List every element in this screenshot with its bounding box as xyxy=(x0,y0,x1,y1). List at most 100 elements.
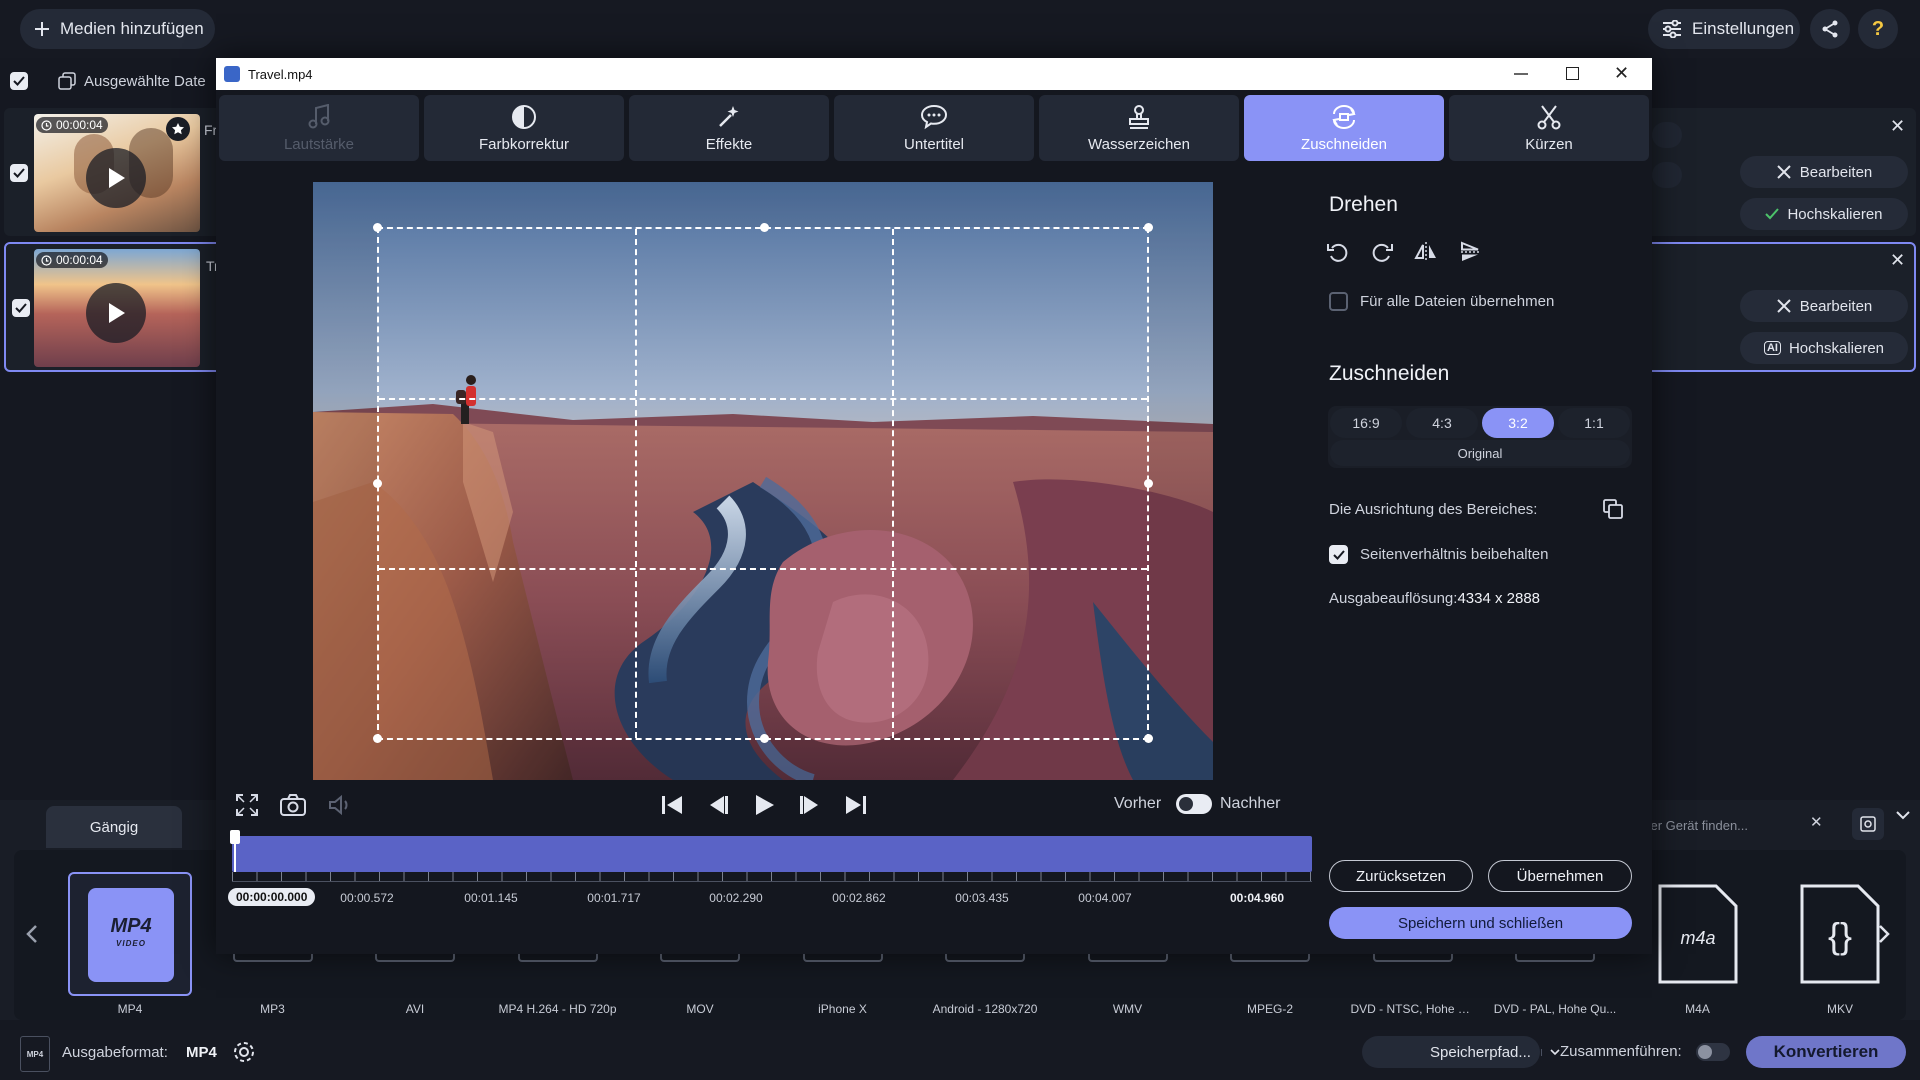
skip-to-start-icon[interactable] xyxy=(660,794,684,816)
add-media-button[interactable]: Medien hinzufügen xyxy=(20,9,215,49)
rotate-left-icon[interactable] xyxy=(1326,240,1350,264)
video-preview[interactable] xyxy=(313,182,1213,780)
share-button[interactable] xyxy=(1810,9,1850,49)
minimize-icon[interactable] xyxy=(1514,73,1528,75)
close-icon[interactable]: ✕ xyxy=(1614,63,1629,84)
ratio-3-2[interactable]: 3:2 xyxy=(1482,408,1554,438)
play-icon[interactable] xyxy=(752,794,776,816)
remove-file-2-icon[interactable]: ✕ xyxy=(1890,250,1905,271)
file-checkbox-1[interactable] xyxy=(10,164,28,182)
clear-search-icon[interactable]: ✕ xyxy=(1810,813,1823,831)
apply-all-checkbox[interactable]: Für alle Dateien übernehmen xyxy=(1329,292,1554,311)
timeline-ruler xyxy=(232,872,1312,882)
help-icon: ? xyxy=(1871,17,1885,40)
end-time: 00:04.960 xyxy=(1230,891,1285,905)
edit-button-1[interactable]: Bearbeiten xyxy=(1740,156,1908,188)
play-icon xyxy=(106,302,126,324)
stamp-icon xyxy=(1126,104,1152,130)
orientation-label: Die Ausrichtung des Bereiches: xyxy=(1329,501,1538,518)
tab-crop[interactable]: Zuschneiden xyxy=(1244,95,1444,161)
crop-handle[interactable] xyxy=(373,734,382,743)
flip-horizontal-icon[interactable] xyxy=(1414,240,1438,264)
dropdown-chevron-icon[interactable] xyxy=(1652,122,1682,148)
format-item[interactable]: {} MKV xyxy=(1778,872,1902,1022)
previous-frame-icon[interactable] xyxy=(706,794,730,816)
star-icon[interactable] xyxy=(166,117,190,141)
chevron-down-icon xyxy=(1540,1048,1560,1056)
ratio-16-9[interactable]: 16:9 xyxy=(1330,408,1402,438)
crop-handle[interactable] xyxy=(1144,223,1153,232)
dialog-titlebar: Travel.mp4 ✕ xyxy=(216,58,1652,90)
copy-icon xyxy=(58,72,76,90)
play-thumbnail-button-2[interactable] xyxy=(86,283,146,343)
crop-handle[interactable] xyxy=(1144,479,1153,488)
settings-button[interactable]: Einstellungen xyxy=(1648,9,1800,49)
edit-button-2[interactable]: Bearbeiten xyxy=(1740,290,1908,322)
remove-file-1-icon[interactable]: ✕ xyxy=(1890,116,1905,137)
app-logo-icon xyxy=(224,66,240,82)
play-thumbnail-button-1[interactable] xyxy=(86,148,146,208)
grid-line xyxy=(635,229,637,738)
file-checkbox-2[interactable] xyxy=(12,299,30,317)
tick-label: 00:02.290 xyxy=(709,891,763,905)
clock-icon xyxy=(41,254,52,266)
timeline-track[interactable] xyxy=(232,836,1312,872)
device-search-input[interactable]: oder Gerät finden... xyxy=(1636,810,1766,840)
file-thumbnail-2[interactable]: 00:00:04 xyxy=(34,249,200,367)
crop-handle[interactable] xyxy=(1144,734,1153,743)
device-detect-button[interactable] xyxy=(1852,808,1884,840)
volume-icon[interactable] xyxy=(328,794,352,816)
ratio-1-1[interactable]: 1:1 xyxy=(1558,408,1630,438)
skip-to-end-icon[interactable] xyxy=(844,794,868,816)
tab-common[interactable]: Gängig xyxy=(46,806,182,848)
tab-subtitles[interactable]: Untertitel xyxy=(834,95,1034,161)
keep-aspect-checkbox[interactable]: Seitenverhältnis beibehalten xyxy=(1329,545,1548,564)
crop-frame[interactable] xyxy=(373,223,1153,743)
tab-watermark[interactable]: Wasserzeichen xyxy=(1039,95,1239,161)
upscale-button-1[interactable]: Hochskalieren xyxy=(1740,198,1908,230)
chevron-down-icon[interactable] xyxy=(1896,810,1910,820)
scroll-left-icon[interactable] xyxy=(26,924,38,944)
fullscreen-icon[interactable] xyxy=(236,794,258,816)
crop-handle[interactable] xyxy=(373,223,382,232)
crop-handle[interactable] xyxy=(373,479,382,488)
tab-color-correction[interactable]: Farbkorrektur xyxy=(424,95,624,161)
next-frame-icon[interactable] xyxy=(798,794,822,816)
tab-trim[interactable]: Kürzen xyxy=(1449,95,1649,161)
file-thumbnail-1[interactable]: 00:00:04 xyxy=(34,114,200,232)
tab-effects[interactable]: Effekte xyxy=(629,95,829,161)
format-item[interactable]: MP4 VIDEO MP4 xyxy=(68,872,192,1022)
flip-vertical-icon[interactable] xyxy=(1458,240,1482,264)
format-label: MP4 H.264 - HD 720p xyxy=(498,1002,617,1016)
orientation-swap-icon[interactable] xyxy=(1602,498,1624,520)
timeline-playhead[interactable] xyxy=(230,830,240,872)
svg-text:{}: {} xyxy=(1828,915,1852,956)
dialog-title: Travel.mp4 xyxy=(248,67,313,82)
save-path-select[interactable]: Speicherpfad... xyxy=(1362,1036,1560,1068)
crop-handle[interactable] xyxy=(760,734,769,743)
reset-button[interactable]: Zurücksetzen xyxy=(1329,860,1473,892)
crop-handle[interactable] xyxy=(760,223,769,232)
format-item[interactable]: m4a M4A xyxy=(1636,872,1760,1022)
convert-button[interactable]: Konvertieren xyxy=(1746,1036,1906,1068)
ratio-4-3[interactable]: 4:3 xyxy=(1406,408,1478,438)
settings-label: Einstellungen xyxy=(1692,19,1795,38)
upscale-button-2[interactable]: AI Hochskalieren xyxy=(1740,332,1908,364)
select-all-checkbox[interactable] xyxy=(10,72,28,90)
ratio-original[interactable]: Original xyxy=(1330,440,1630,466)
apply-button[interactable]: Übernehmen xyxy=(1488,860,1632,892)
output-settings-gear-icon[interactable] xyxy=(232,1040,256,1064)
before-after-toggle[interactable] xyxy=(1176,794,1212,814)
output-format-icon: MP4 xyxy=(20,1036,50,1072)
grid-line xyxy=(379,398,1147,400)
dropdown-chevron-icon[interactable] xyxy=(1652,162,1682,188)
help-button[interactable]: ? xyxy=(1858,9,1898,49)
scissors-icon xyxy=(1536,104,1562,130)
format-label: DVD - NTSC, Hohe Q... xyxy=(1350,1002,1475,1016)
maximize-icon[interactable] xyxy=(1566,67,1579,80)
rotate-right-icon[interactable] xyxy=(1370,240,1394,264)
snapshot-camera-icon[interactable] xyxy=(280,794,306,816)
merge-toggle[interactable] xyxy=(1696,1043,1730,1061)
top-bar: Medien hinzufügen Einstellungen ? xyxy=(0,0,1920,58)
save-and-close-button[interactable]: Speichern und schließen xyxy=(1329,907,1632,939)
